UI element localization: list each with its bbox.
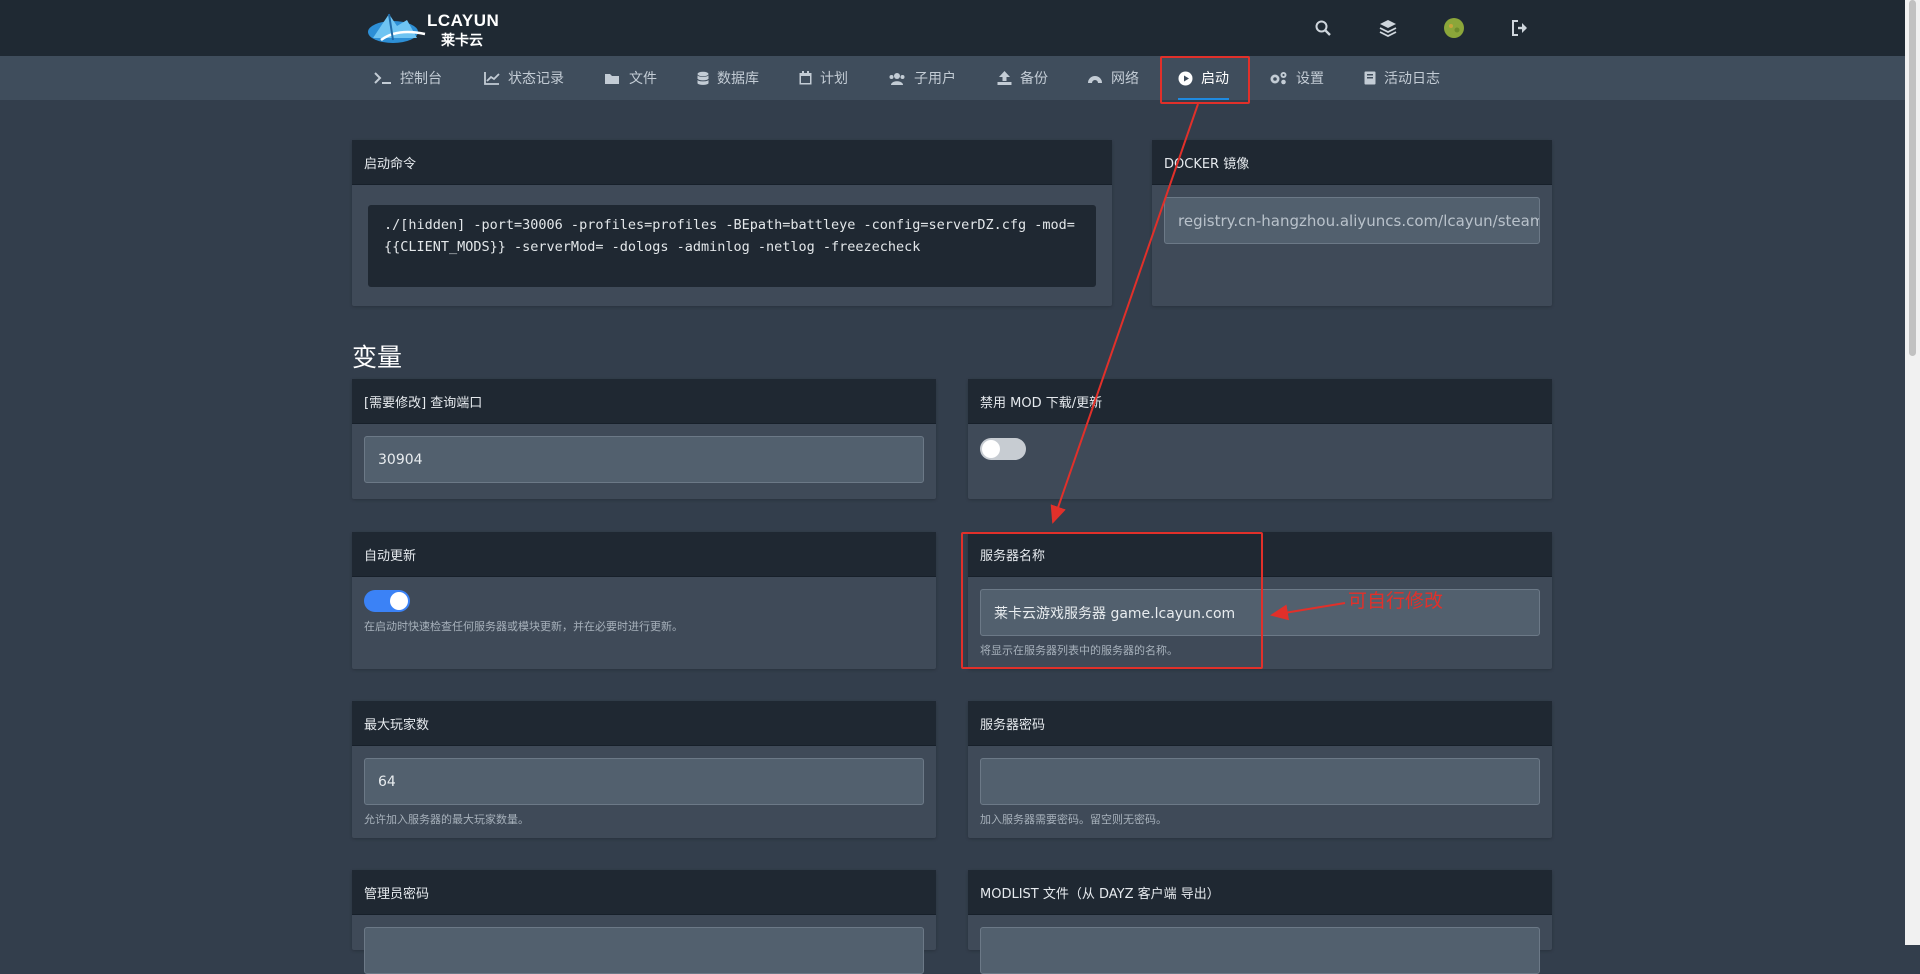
scrollbar-thumb[interactable] xyxy=(1909,0,1916,356)
avatar[interactable] xyxy=(1442,16,1466,40)
admin-password-card: 管理员密码 xyxy=(352,870,936,974)
page-scrollbar[interactable] xyxy=(1905,0,1920,945)
variables-heading: 变量 xyxy=(352,343,403,372)
query-port-input[interactable]: 30904 xyxy=(364,436,924,483)
logo-text-cn: 莱卡云 xyxy=(441,33,483,49)
admin-password-title: 管理员密码 xyxy=(352,870,936,915)
docker-image-title: DOCKER 镜像 xyxy=(1152,140,1552,185)
upload-icon xyxy=(997,71,1012,85)
auto-update-description: 在启动时快速检查任何服务器或模块更新，并在必要时进行更新。 xyxy=(364,620,683,633)
terminal-icon xyxy=(374,72,391,84)
line-chart-icon xyxy=(484,72,500,85)
logo-mark-icon xyxy=(368,13,426,43)
tab-backup[interactable]: 备份 xyxy=(997,56,1048,100)
tab-settings[interactable]: 设置 xyxy=(1269,56,1324,100)
disable-mod-toggle[interactable] xyxy=(980,438,1026,460)
tab-database[interactable]: 数据库 xyxy=(697,56,759,100)
nav-tabs: 控制台 状态记录 文件 数据库 计划 子用户 备份 网络 启动 设置 活动日志 xyxy=(0,56,1905,100)
auto-update-title: 自动更新 xyxy=(352,532,936,577)
max-players-title: 最大玩家数 xyxy=(352,701,936,746)
tab-activity-log[interactable]: 活动日志 xyxy=(1364,56,1440,100)
disable-mod-card: 禁用 MOD 下载/更新 xyxy=(968,379,1552,499)
max-players-description: 允许加入服务器的最大玩家数量。 xyxy=(364,813,529,826)
tab-console[interactable]: 控制台 xyxy=(374,56,442,100)
layers-icon[interactable] xyxy=(1376,16,1400,40)
book-icon xyxy=(1364,71,1376,85)
query-port-title: [需要修改] 查询端口 xyxy=(352,379,936,424)
server-password-title: 服务器密码 xyxy=(968,701,1552,746)
tab-status-log[interactable]: 状态记录 xyxy=(484,56,564,100)
admin-password-input[interactable] xyxy=(364,927,924,974)
server-password-description: 加入服务器需要密码。留空则无密码。 xyxy=(980,813,1167,826)
search-icon[interactable] xyxy=(1311,16,1335,40)
top-bar: LCAYUN 莱卡云 xyxy=(0,0,1905,56)
max-players-card: 最大玩家数 64 允许加入服务器的最大玩家数量。 xyxy=(352,701,936,838)
database-icon xyxy=(697,71,709,85)
calendar-icon xyxy=(799,71,812,85)
docker-image-card: DOCKER 镜像 registry.cn-hangzhou.aliyuncs.… xyxy=(1152,140,1552,306)
folder-icon xyxy=(605,73,619,84)
startup-command-text[interactable]: ./[hidden] -port=30006 -profiles=profile… xyxy=(368,205,1096,287)
max-players-input[interactable]: 64 xyxy=(364,758,924,805)
tab-network[interactable]: 网络 xyxy=(1087,56,1139,100)
modlist-title: MODLIST 文件（从 DAYZ 客户端 导出） xyxy=(968,870,1552,915)
modlist-input[interactable] xyxy=(980,927,1540,974)
query-port-card: [需要修改] 查询端口 30904 xyxy=(352,379,936,499)
auto-update-card: 自动更新 在启动时快速检查任何服务器或模块更新，并在必要时进行更新。 xyxy=(352,532,936,669)
server-password-input[interactable] xyxy=(980,758,1540,805)
gears-icon xyxy=(1270,72,1287,85)
auto-update-toggle[interactable] xyxy=(364,590,410,612)
tab-files[interactable]: 文件 xyxy=(604,56,657,100)
server-password-card: 服务器密码 加入服务器需要密码。留空则无密码。 xyxy=(968,701,1552,838)
annotation-label: 可自行修改 xyxy=(1348,590,1444,612)
docker-image-select[interactable]: registry.cn-hangzhou.aliyuncs.com/lcayun… xyxy=(1164,197,1540,244)
active-tab-highlight xyxy=(1160,56,1250,104)
modlist-card: MODLIST 文件（从 DAYZ 客户端 导出） xyxy=(968,870,1552,974)
startup-command-title: 启动命令 xyxy=(352,140,1112,185)
logo[interactable]: LCAYUN 莱卡云 xyxy=(367,8,502,49)
startup-command-card: 启动命令 ./[hidden] -port=30006 -profiles=pr… xyxy=(352,140,1112,306)
tab-subusers[interactable]: 子用户 xyxy=(888,56,956,100)
logo-text: LCAYUN xyxy=(427,11,500,30)
users-icon xyxy=(889,72,905,85)
tab-schedule[interactable]: 计划 xyxy=(799,56,848,100)
network-icon xyxy=(1088,76,1102,83)
server-name-highlight xyxy=(961,532,1263,669)
disable-mod-title: 禁用 MOD 下载/更新 xyxy=(968,379,1552,424)
logout-icon[interactable] xyxy=(1508,16,1532,40)
